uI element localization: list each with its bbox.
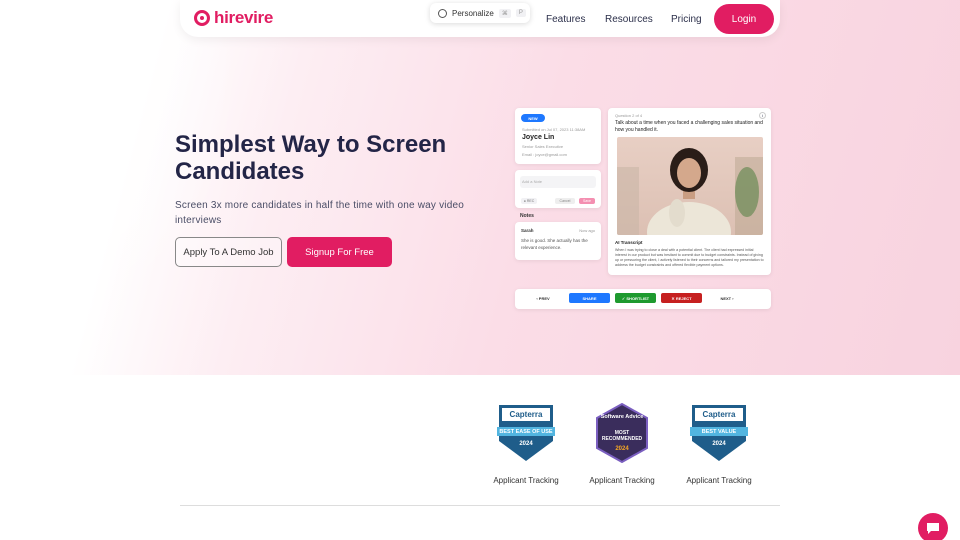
note-time: Now ago [579, 228, 595, 233]
transcript-label: AI Transcript [615, 240, 643, 245]
cancel-pill[interactable]: Cancel [555, 198, 575, 204]
reject-button[interactable]: ✕ REJECT [661, 293, 702, 303]
next-button[interactable]: NEXT › [715, 293, 739, 303]
nav-link-pricing[interactable]: Pricing [671, 14, 702, 25]
capterra-ease-badge: Capterra BEST EASE OF USE 2024 [496, 403, 556, 463]
logo-text: hirevire [214, 8, 274, 27]
software-advice-badge: Software Advice MOST RECOMMENDED 2024 [592, 402, 652, 464]
submitted-date: Submitted on Jul 07, 2023 11:38AM [522, 127, 586, 132]
demo-job-button[interactable]: Apply To A Demo Job [175, 237, 282, 267]
video-card: Question 2 of 4 i Talk about a time when… [608, 108, 771, 275]
note-input[interactable]: Add a Note [520, 176, 596, 188]
hero-title: Simplest Way to Screen Candidates [175, 131, 447, 185]
badge-year: 2024 [712, 441, 726, 447]
save-pill[interactable]: Save [579, 198, 595, 204]
info-icon[interactable]: i [759, 112, 766, 119]
badge-year: 2024 [615, 446, 629, 452]
candidate-role: Senior Sales Executive [522, 144, 564, 149]
award-caption: Applicant Tracking [493, 476, 559, 485]
capterra-value-badge: Capterra BEST VALUE 2024 [689, 403, 749, 463]
badge-brand: Capterra [702, 410, 736, 419]
share-button[interactable]: SHARE [569, 293, 610, 303]
section-divider [180, 505, 780, 506]
personalize-icon [438, 8, 447, 18]
shortcut-key: P [515, 9, 526, 17]
chat-button[interactable] [918, 513, 948, 540]
question-text: Talk about a time when you faced a chall… [615, 120, 763, 133]
badge-brand: Software Advice [600, 414, 644, 420]
nav-link-resources[interactable]: Resources [605, 14, 653, 25]
logo-icon [194, 10, 210, 26]
shortlist-button[interactable]: ✓ SHORTLIST [615, 293, 656, 303]
note-editor: Add a Note ● REC Cancel Save [515, 170, 601, 208]
transcript-text: When I was trying to close a deal with a… [615, 248, 764, 267]
note-text: She is good. She actually has the releva… [521, 238, 588, 250]
badge-brand: Capterra [509, 410, 543, 419]
candidate-name: Joyce Lin [522, 134, 555, 141]
badge-title: BEST VALUE [701, 429, 737, 435]
candidate-email: Email : joyce@gmail.com [522, 152, 567, 157]
award-caption: Applicant Tracking [686, 476, 752, 485]
chat-icon [927, 522, 939, 534]
candidate-video[interactable] [617, 137, 763, 235]
hero-glow [0, 0, 960, 375]
signup-button[interactable]: Signup For Free [287, 237, 392, 267]
action-bar: ‹ PREV SHARE ✓ SHORTLIST ✕ REJECT NEXT › [515, 289, 771, 309]
personalize-button[interactable]: Personalize ⌘ P [430, 3, 530, 23]
new-badge: NEW [521, 114, 545, 122]
prev-button[interactable]: ‹ PREV [533, 293, 553, 303]
badge-title: MOST RECOMMENDED [601, 430, 643, 442]
candidate-card[interactable]: NEW Submitted on Jul 07, 2023 11:38AM Jo… [515, 108, 601, 164]
login-button[interactable]: Login [714, 4, 774, 34]
note-author: Sarah [521, 228, 534, 233]
personalize-label: Personalize [452, 8, 494, 18]
candidate-portrait [617, 148, 763, 235]
nav-link-features[interactable]: Features [546, 14, 585, 25]
hero-subtitle: Screen 3x more candidates in half the ti… [175, 200, 465, 226]
shortcut-key: ⌘ [498, 8, 511, 18]
badge-year: 2024 [519, 441, 533, 447]
record-pill[interactable]: ● REC [521, 198, 537, 204]
top-nav: hirevire Personalize ⌘ P Features Resour… [180, 0, 780, 37]
badge-title: BEST EASE OF USE [499, 429, 553, 435]
notes-heading: Notes [520, 213, 534, 219]
logo[interactable]: hirevire [194, 8, 273, 28]
question-counter: Question 2 of 4 [615, 113, 643, 118]
note-card: Sarah Now ago She is good. She actually … [515, 222, 601, 260]
award-caption: Applicant Tracking [589, 476, 655, 485]
